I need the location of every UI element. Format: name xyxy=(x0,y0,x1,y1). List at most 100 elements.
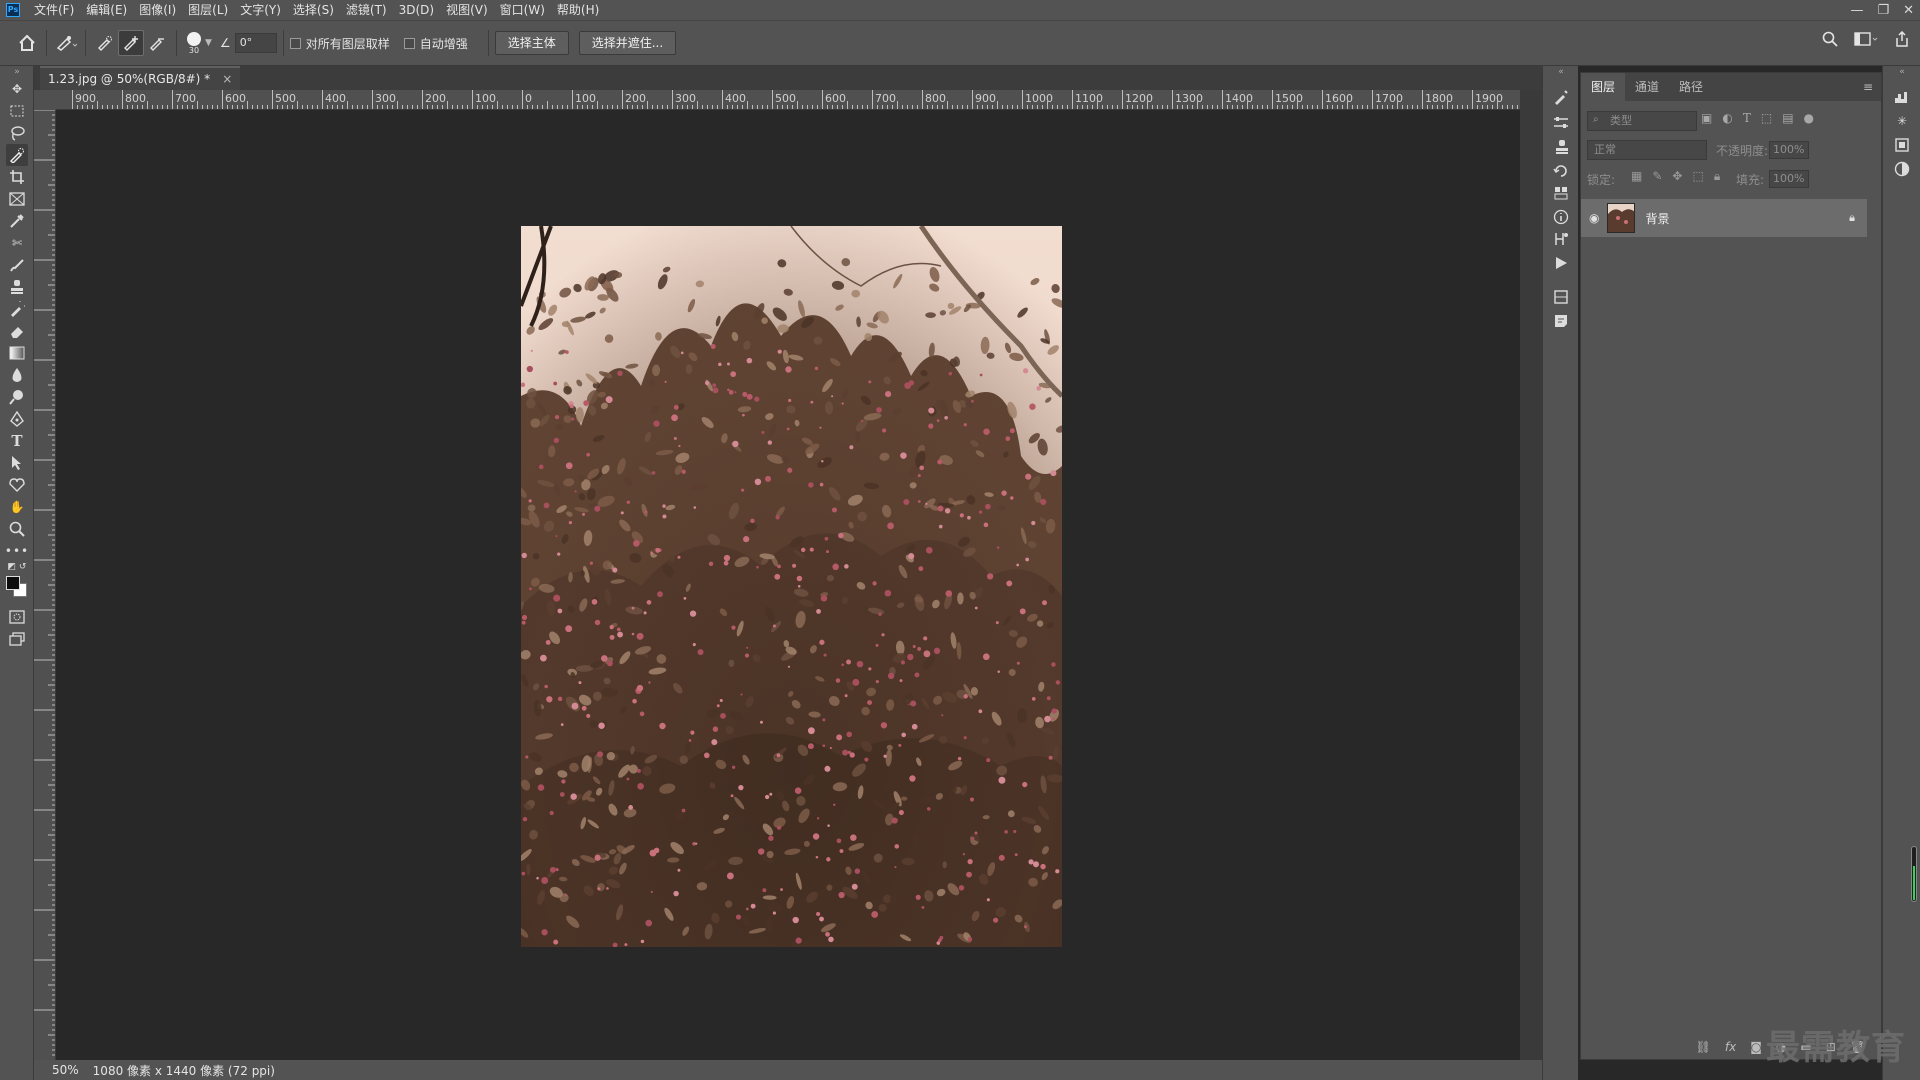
document-tab[interactable]: 1.23.jpg @ 50%(RGB/8#) * × xyxy=(40,66,241,90)
adjustment-filter-icon[interactable]: ◐ xyxy=(1722,111,1732,125)
add-mask-icon[interactable]: ◙ xyxy=(1750,1040,1762,1054)
pixel-filter-icon[interactable]: ▣ xyxy=(1701,111,1712,125)
history-brush-tool-icon[interactable] xyxy=(6,298,28,320)
frame-tool-icon[interactable] xyxy=(6,188,28,210)
tab-layers[interactable]: 图层 xyxy=(1581,73,1626,101)
menu-image[interactable]: 图像(I) xyxy=(133,0,182,20)
collapse-chevron-icon[interactable]: « xyxy=(1891,66,1913,78)
histogram-icon[interactable] xyxy=(1891,86,1913,108)
link-layers-icon[interactable]: ⛓ xyxy=(1696,1040,1711,1054)
filter-toggle-icon[interactable]: ● xyxy=(1804,111,1814,125)
workspace-icon[interactable] xyxy=(1854,31,1878,47)
marquee-tool-icon[interactable] xyxy=(6,100,28,122)
select-subject-button[interactable]: 选择主体 xyxy=(494,31,569,55)
brush-tool-icon[interactable] xyxy=(6,254,28,276)
lock-position-icon[interactable]: ✥ xyxy=(1672,169,1682,184)
type-filter-icon[interactable]: T xyxy=(1743,111,1751,125)
menu-filter[interactable]: 滤镜(T) xyxy=(340,0,393,20)
close-tab-icon[interactable]: × xyxy=(222,72,232,86)
lock-all-icon[interactable]: 🔒︎ xyxy=(1714,169,1720,184)
add-to-selection-brush-icon[interactable] xyxy=(118,30,144,56)
clone-stamp-tool-icon[interactable] xyxy=(6,276,28,298)
horizontal-ruler[interactable]: 900 800 700 600 500 400 300 200 100 0 100 200 300 400… xyxy=(56,90,1520,110)
tab-channels[interactable]: 通道 xyxy=(1625,73,1669,101)
blend-mode-select[interactable]: 正常 xyxy=(1587,140,1707,160)
screen-mode-icon[interactable] xyxy=(6,628,28,650)
fill-input[interactable]: 100% xyxy=(1769,170,1809,188)
minimize-icon[interactable]: — xyxy=(1850,3,1863,18)
chevron-down-icon[interactable]: ▼ xyxy=(205,38,212,48)
clone-source-icon[interactable] xyxy=(1550,136,1572,158)
eye-visibility-icon[interactable]: ◉ xyxy=(1589,211,1599,225)
brush-size-picker[interactable]: 30 xyxy=(187,31,201,55)
new-selection-brush-icon[interactable] xyxy=(92,30,118,56)
pen-tool-icon[interactable] xyxy=(6,408,28,430)
gradient-tool-icon[interactable] xyxy=(6,342,28,364)
adjustments-icon[interactable] xyxy=(1550,112,1572,134)
select-and-mask-button[interactable]: 选择并遮住... xyxy=(578,31,677,55)
healing-brush-tool-icon[interactable]: ✄ xyxy=(6,232,28,254)
menu-edit[interactable]: 编辑(E) xyxy=(80,0,133,20)
menu-window[interactable]: 窗口(W) xyxy=(494,0,551,20)
zoom-level[interactable]: 50% xyxy=(52,1063,79,1077)
lock-transparent-icon[interactable]: ▦ xyxy=(1631,169,1642,184)
collapse-chevron-icon[interactable]: » xyxy=(6,66,28,78)
angle-input[interactable]: 0° xyxy=(234,33,277,53)
menu-view[interactable]: 视图(V) xyxy=(440,0,494,20)
sample-all-layers-checkbox[interactable]: 对所有图层取样 xyxy=(289,35,390,52)
menu-layer[interactable]: 图层(L) xyxy=(182,0,234,20)
quick-mask-icon[interactable] xyxy=(6,606,28,628)
type-tool-icon[interactable]: T xyxy=(6,430,28,452)
vertical-scrollbar[interactable] xyxy=(1520,90,1542,1060)
lock-artboard-icon[interactable]: ⬚ xyxy=(1692,169,1703,184)
tool-preset-picker[interactable] xyxy=(53,30,79,56)
layer-filter-select[interactable]: 类型 xyxy=(1587,111,1697,131)
layer-row[interactable]: ◉ 背景 🔒︎ xyxy=(1581,199,1867,237)
color-icon[interactable] xyxy=(1891,158,1913,180)
zoom-tool-icon[interactable] xyxy=(6,518,28,540)
home-icon[interactable] xyxy=(14,30,40,56)
blur-tool-icon[interactable] xyxy=(6,364,28,386)
navigator-icon[interactable]: ✳ xyxy=(1891,110,1913,132)
eyedropper-tool-icon[interactable] xyxy=(6,210,28,232)
menu-file[interactable]: 文件(F) xyxy=(28,0,80,20)
document-info[interactable]: 1080 像素 x 1440 像素 (72 ppi) xyxy=(93,1062,275,1079)
layer-lock-icon[interactable]: 🔒︎ xyxy=(1849,211,1855,225)
brush-settings-icon[interactable] xyxy=(1550,86,1572,108)
swap-colors-icon[interactable]: ◩ ↺ xyxy=(6,560,28,574)
quick-selection-tool-icon[interactable] xyxy=(6,144,28,166)
move-tool-icon[interactable]: ✥ xyxy=(6,78,28,100)
auto-enhance-checkbox[interactable]: 自动增强 xyxy=(403,35,468,52)
subtract-from-selection-brush-icon[interactable] xyxy=(144,30,170,56)
lock-pixels-icon[interactable]: ✎ xyxy=(1652,169,1662,184)
artboards-icon[interactable] xyxy=(1550,286,1572,308)
actions-play-icon[interactable] xyxy=(1550,252,1572,274)
share-icon[interactable] xyxy=(1894,31,1910,47)
shape-filter-icon[interactable]: ⬚ xyxy=(1761,111,1772,125)
menu-select[interactable]: 选择(S) xyxy=(287,0,340,20)
menu-3d[interactable]: 3D(D) xyxy=(393,0,440,20)
history-icon[interactable] xyxy=(1550,160,1572,182)
lasso-tool-icon[interactable] xyxy=(6,122,28,144)
info-icon[interactable] xyxy=(1550,206,1572,228)
canvas-area[interactable] xyxy=(56,110,1520,1060)
close-window-icon[interactable]: ✕ xyxy=(1903,3,1914,18)
checkbox-box[interactable] xyxy=(403,37,415,49)
document-image[interactable] xyxy=(521,226,1062,947)
path-selection-tool-icon[interactable] xyxy=(6,452,28,474)
properties-icon[interactable] xyxy=(1550,182,1572,204)
eraser-tool-icon[interactable] xyxy=(6,320,28,342)
notes-icon[interactable] xyxy=(1550,310,1572,332)
swatches-icon[interactable] xyxy=(1550,228,1572,250)
foreground-color-swatch[interactable] xyxy=(6,576,20,590)
menu-help[interactable]: 帮助(H) xyxy=(551,0,605,20)
hand-tool-icon[interactable]: ✋ xyxy=(6,496,28,518)
search-icon[interactable] xyxy=(1822,31,1838,47)
checkbox-box[interactable] xyxy=(289,37,301,49)
crop-tool-icon[interactable] xyxy=(6,166,28,188)
tab-paths[interactable]: 路径 xyxy=(1669,73,1713,101)
menu-type[interactable]: 文字(Y) xyxy=(234,0,287,20)
fx-icon[interactable]: fx xyxy=(1725,1040,1736,1054)
vertical-ruler[interactable] xyxy=(34,110,56,1060)
restore-icon[interactable]: ❐ xyxy=(1877,3,1889,18)
